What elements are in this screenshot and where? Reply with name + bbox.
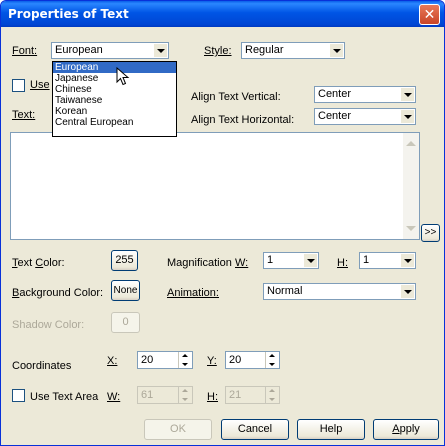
align-vertical-label: Align Text Vertical: bbox=[191, 91, 281, 103]
use-checkbox[interactable] bbox=[12, 79, 25, 92]
spinner-icon[interactable] bbox=[265, 387, 278, 403]
scroll-down-icon[interactable] bbox=[406, 226, 416, 231]
style-label: Style: bbox=[204, 45, 232, 57]
magnification-w-select[interactable]: 1 bbox=[263, 252, 319, 269]
scroll-up-icon[interactable] bbox=[406, 141, 416, 146]
close-button[interactable]: ✕ bbox=[419, 4, 440, 25]
font-option[interactable]: Taiwanese bbox=[53, 95, 176, 106]
coordinates-x-input[interactable]: 20 bbox=[137, 351, 193, 369]
coordinates-y-label: Y: bbox=[207, 355, 217, 367]
magnification-label: Magnification bbox=[167, 257, 232, 269]
text-area-w-label: W: bbox=[107, 391, 121, 403]
align-vertical-value: Center bbox=[318, 88, 352, 100]
align-horizontal-select[interactable]: Center bbox=[314, 108, 416, 125]
text-color-button[interactable]: 255 bbox=[111, 250, 138, 271]
background-color-button[interactable]: None bbox=[111, 280, 140, 301]
text-area-w-value: 61 bbox=[141, 389, 154, 401]
mouse-pointer-icon bbox=[116, 67, 130, 86]
text-input-area[interactable] bbox=[10, 132, 420, 240]
chevron-down-icon[interactable] bbox=[401, 88, 414, 101]
chevron-down-icon[interactable] bbox=[330, 44, 343, 57]
align-vertical-select[interactable]: Center bbox=[314, 86, 416, 103]
coordinates-y-input[interactable]: 20 bbox=[225, 351, 280, 369]
chevron-down-icon[interactable] bbox=[154, 44, 167, 57]
font-select[interactable]: European bbox=[51, 42, 169, 59]
apply-button[interactable]: Apply bbox=[373, 419, 439, 440]
title-bar: Properties of Text bbox=[1, 1, 444, 27]
use-checkbox-label: Use bbox=[30, 79, 50, 91]
help-button[interactable]: Help bbox=[297, 419, 365, 440]
ok-button[interactable]: OK bbox=[144, 419, 212, 440]
text-color-label: Text Color: bbox=[12, 257, 65, 269]
align-horizontal-label: Align Text Horizontal: bbox=[191, 114, 295, 126]
animation-label: Animation: bbox=[167, 287, 219, 299]
coordinates-y-value: 20 bbox=[229, 354, 242, 366]
animation-select[interactable]: Normal bbox=[263, 283, 416, 300]
font-label: Font: bbox=[12, 45, 38, 57]
font-option[interactable]: Chinese bbox=[53, 84, 176, 95]
magnification-w-value: 1 bbox=[267, 254, 274, 266]
shadow-color-button[interactable]: 0 bbox=[111, 312, 140, 333]
font-option[interactable]: Central European bbox=[53, 117, 176, 128]
animation-value: Normal bbox=[267, 285, 303, 297]
text-area-h-label: H: bbox=[207, 391, 218, 403]
coordinates-x-value: 20 bbox=[141, 354, 154, 366]
vertical-scrollbar[interactable] bbox=[403, 133, 419, 239]
background-color-label: Background Color: bbox=[12, 287, 104, 299]
chevron-down-icon[interactable] bbox=[401, 285, 414, 298]
spinner-icon[interactable] bbox=[178, 352, 191, 368]
align-horizontal-value: Center bbox=[318, 110, 352, 122]
close-icon: ✕ bbox=[423, 6, 436, 22]
style-select[interactable]: Regular bbox=[241, 42, 345, 59]
use-text-area-checkbox[interactable] bbox=[12, 389, 25, 402]
spinner-icon[interactable] bbox=[178, 387, 191, 403]
magnification-h-label: H: bbox=[337, 257, 348, 269]
font-option[interactable]: Japanese bbox=[53, 73, 176, 84]
expand-button[interactable]: >> bbox=[421, 224, 440, 242]
font-select-value: European bbox=[55, 44, 103, 56]
window-title: Properties of Text bbox=[8, 7, 129, 21]
properties-dialog: Properties of Text ✕ Font: European Styl… bbox=[0, 0, 445, 446]
text-area-w-input[interactable]: 61 bbox=[137, 386, 193, 404]
cancel-button[interactable]: Cancel bbox=[221, 419, 289, 440]
use-text-area-label: Use Text Area bbox=[30, 391, 99, 403]
font-option[interactable]: European bbox=[53, 62, 176, 73]
font-option[interactable]: Korean bbox=[53, 106, 176, 117]
chevron-down-icon[interactable] bbox=[304, 254, 317, 267]
text-label: Text: bbox=[12, 109, 36, 121]
spinner-icon[interactable] bbox=[265, 352, 278, 368]
magnification-h-value: 1 bbox=[363, 254, 370, 266]
style-select-value: Regular bbox=[245, 44, 284, 56]
text-area-h-input[interactable]: 21 bbox=[225, 386, 280, 404]
coordinates-x-label: X: bbox=[107, 355, 118, 367]
chevron-down-icon[interactable] bbox=[401, 110, 414, 123]
magnification-h-select[interactable]: 1 bbox=[359, 252, 416, 269]
chevron-down-icon[interactable] bbox=[401, 254, 414, 267]
coordinates-label: Coordinates bbox=[12, 360, 72, 372]
magnification-w-label: W: bbox=[235, 257, 249, 269]
text-area-h-value: 21 bbox=[229, 389, 242, 401]
font-dropdown-list: European Japanese Chinese Taiwanese Kore… bbox=[52, 61, 177, 137]
shadow-color-label: Shadow Color: bbox=[12, 319, 85, 331]
